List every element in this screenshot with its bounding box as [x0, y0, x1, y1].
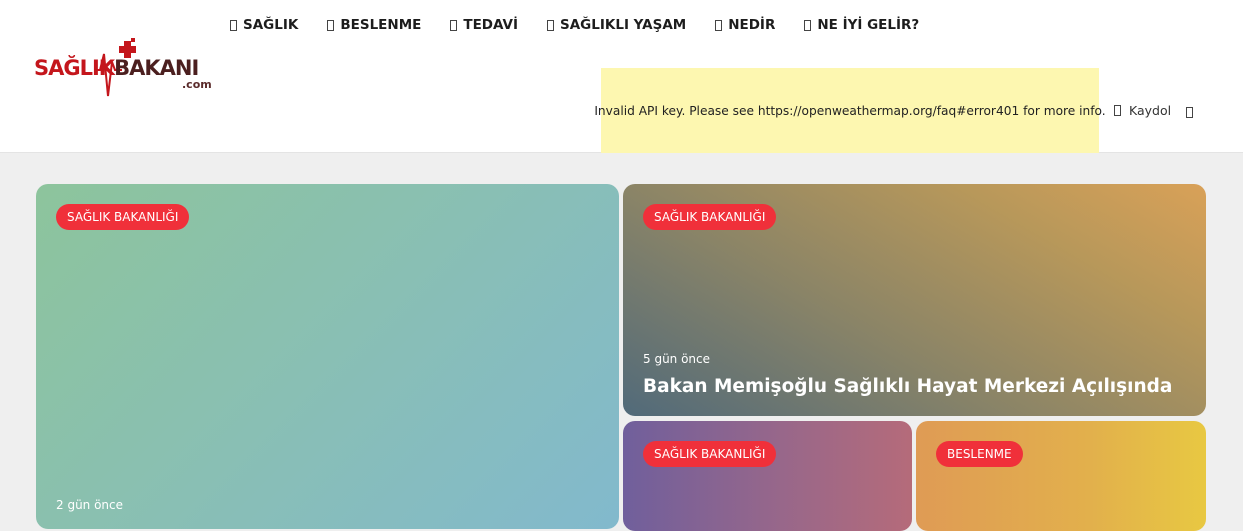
- nav-item-saglikli-yasam[interactable]: SAĞLIKLI YAŞAM: [547, 17, 686, 33]
- nav-item-label: NE İYİ GELİR?: [817, 17, 920, 33]
- card-date: 5 gün önce: [643, 352, 711, 366]
- nav-item-label: SAĞLIK: [243, 17, 299, 33]
- nav-item-label: TEDAVİ: [463, 17, 518, 33]
- category-icon: [547, 19, 554, 31]
- main-nav: SAĞLIK BESLENME TEDAVİ SAĞLIKLI YAŞAM NE…: [230, 17, 948, 33]
- featured-card-small-left[interactable]: SAĞLIK BAKANLIĞI: [623, 421, 912, 531]
- weather-widget-error: Invalid API key. Please see https://open…: [594, 68, 1106, 153]
- category-badge[interactable]: SAĞLIK BAKANLIĞI: [643, 204, 777, 230]
- nav-item-saglik[interactable]: SAĞLIK: [230, 17, 298, 33]
- category-icon: [804, 19, 812, 31]
- nav-item-beslenme[interactable]: BESLENME: [327, 17, 421, 33]
- category-badge[interactable]: SAĞLIK BAKANLIĞI: [56, 204, 190, 230]
- category-icon: [230, 19, 237, 31]
- featured-card-secondary[interactable]: SAĞLIK BAKANLIĞI 5 gün önce Bakan Memişo…: [623, 184, 1206, 416]
- category-icon: [327, 19, 335, 31]
- nav-item-nedir[interactable]: NEDİR: [715, 17, 775, 33]
- register-link[interactable]: Kaydol: [1114, 103, 1171, 118]
- search-button[interactable]: [1186, 105, 1201, 123]
- featured-card-small-right[interactable]: BESLENME: [916, 421, 1206, 531]
- logo-suffix: .com: [182, 78, 212, 91]
- featured-card-main[interactable]: SAĞLIK BAKANLIĞI 2 gün önce: [36, 184, 619, 529]
- card-title[interactable]: Bakan Memişoğlu Sağlıklı Hayat Merkezi A…: [643, 376, 1172, 397]
- user-icon: [1114, 105, 1121, 116]
- nav-item-label: SAĞLIKLI YAŞAM: [560, 17, 687, 33]
- weather-error-message: Invalid API key. Please see https://open…: [594, 103, 1106, 118]
- site-logo[interactable]: SAĞLIKBAKANI .com: [34, 38, 224, 100]
- category-icon: [450, 19, 458, 31]
- category-badge[interactable]: BESLENME: [936, 441, 1023, 467]
- nav-item-tedavi[interactable]: TEDAVİ: [450, 17, 518, 33]
- logo-wordmark: SAĞLIKBAKANI: [34, 56, 199, 80]
- nav-item-ne-iyi-gelir[interactable]: NE İYİ GELİR?: [804, 17, 919, 33]
- nav-item-label: NEDİR: [728, 17, 776, 33]
- nav-item-label: BESLENME: [340, 17, 422, 33]
- category-badge[interactable]: SAĞLIK BAKANLIĞI: [643, 441, 777, 467]
- category-icon: [715, 19, 723, 31]
- register-label: Kaydol: [1129, 103, 1172, 118]
- search-icon: [1186, 107, 1193, 118]
- card-date: 2 gün önce: [56, 498, 124, 512]
- site-header: SAĞLIKBAKANI .com SAĞLIK BESLENME TEDAVİ…: [0, 0, 1243, 153]
